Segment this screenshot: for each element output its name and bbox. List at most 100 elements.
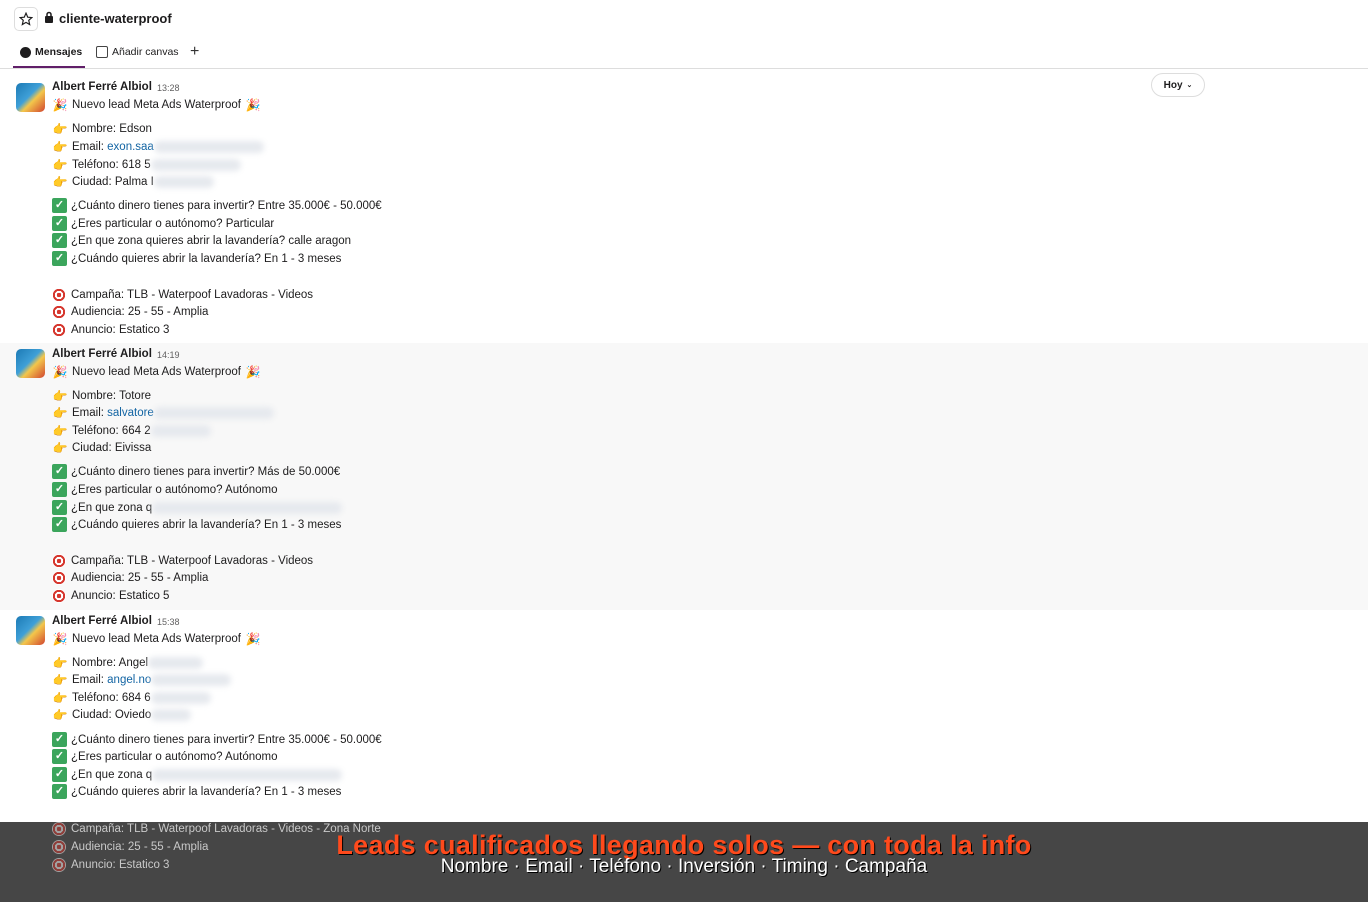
message-headline: 🎉 Nuevo lead Meta Ads Waterproof 🎉 [52, 631, 265, 647]
field-ciudad: 👉 Ciudad: Palma I [52, 174, 214, 190]
question-2: ✓ ¿Eres particular o autónomo? Autónomo [52, 482, 277, 497]
audience-text: Audiencia: 25 - 55 - Amplia [71, 306, 209, 318]
direct-hit-icon [52, 554, 66, 568]
question-3: ✓ ¿En que zona quieres abrir la lavanderí… [52, 233, 351, 248]
field-text: Email: [72, 141, 104, 153]
field-ciudad: 👉 Ciudad: Eivissa [52, 440, 152, 456]
chevron-down-icon: ⌄ [1186, 82, 1193, 89]
party-popper-icon: 🎉 [245, 98, 261, 112]
date-label: Hoy [1163, 79, 1183, 91]
field-text: Nombre: Totore [72, 390, 152, 402]
redaction-blur [152, 501, 343, 514]
message-author[interactable]: Albert Ferré Albiol [52, 348, 152, 360]
field-text: Ciudad: Oviedo [72, 709, 152, 721]
message[interactable]: Albert Ferré Albiol 15:38 🎉 Nuevo lead M… [0, 610, 1368, 822]
audience-line: Audiencia: 25 - 55 - Amplia [52, 305, 208, 319]
message-time[interactable]: 13:28 [157, 83, 180, 93]
ad-text: Anuncio: Estatico 3 [71, 324, 170, 336]
field-text: Nombre: Edson [72, 123, 152, 135]
check-mark-icon: ✓ [52, 517, 67, 532]
email-link[interactable]: exon.saa [107, 141, 154, 153]
message-author[interactable]: Albert Ferré Albiol [52, 615, 152, 627]
tab-messages[interactable]: Mensajes [20, 46, 82, 58]
check-mark-icon: ✓ [52, 749, 67, 764]
redaction-blur [150, 692, 211, 704]
avatar[interactable] [16, 83, 45, 112]
check-mark-icon: ✓ [52, 464, 67, 479]
message-time[interactable]: 15:38 [157, 617, 180, 627]
message[interactable]: Albert Ferré Albiol 13:28 🎉 Nuevo lead M… [0, 75, 1368, 343]
date-divider-button[interactable]: Hoy ⌄ [1151, 73, 1205, 97]
field-text: Ciudad: Eivissa [72, 442, 152, 454]
party-popper-icon: 🎉 [52, 632, 68, 646]
question-1: ✓ ¿Cuánto dinero tienes para invertir? Má… [52, 464, 340, 479]
avatar[interactable] [16, 616, 45, 645]
direct-hit-icon [52, 589, 66, 603]
pointing-hand-icon: 👉 [52, 175, 68, 189]
add-tab-button[interactable]: + [190, 43, 199, 61]
check-mark-icon: ✓ [52, 500, 67, 515]
question-text: ¿En que zona q [71, 768, 153, 781]
ad-line: Anuncio: Estatico 3 [52, 323, 169, 337]
headline-text: Nuevo lead Meta Ads Waterproof [72, 99, 241, 111]
active-tab-indicator [13, 66, 85, 68]
question-text: ¿Cuánto dinero tienes para invertir? Más… [71, 465, 341, 478]
email-link[interactable]: salvatore [107, 407, 154, 419]
field-email: 👉 Email: salvatore [52, 405, 274, 421]
audience-line: Audiencia: 25 - 55 - Amplia [52, 571, 208, 585]
check-mark-icon: ✓ [52, 767, 67, 782]
question-text: ¿Cuándo quieres abrir la lavandería? En … [71, 785, 342, 798]
redaction-blur [153, 407, 274, 419]
headline-text: Nuevo lead Meta Ads Waterproof [72, 633, 241, 645]
party-popper-icon: 🎉 [245, 632, 261, 646]
redaction-blur [152, 768, 343, 781]
question-3: ✓ ¿En que zona q [52, 500, 343, 515]
pointing-hand-icon: 👉 [52, 140, 68, 154]
tab-add-canvas[interactable]: Añadir canvas [96, 46, 179, 58]
message[interactable]: Albert Ferré Albiol 14:19 🎉 Nuevo lead M… [0, 343, 1368, 610]
ad-line: Anuncio: Estatico 5 [52, 589, 169, 603]
email-link[interactable]: angel.no [107, 674, 151, 686]
question-1: ✓ ¿Cuánto dinero tienes para invertir? En… [52, 198, 382, 213]
message-time[interactable]: 14:19 [157, 350, 180, 360]
channel-title[interactable]: cliente-waterproof [59, 11, 172, 26]
party-popper-icon: 🎉 [52, 98, 68, 112]
canvas-icon [96, 46, 108, 58]
redaction-blur [153, 176, 214, 188]
promo-banner: Campaña: TLB - Waterpoof Lavadoras - Vid… [0, 822, 1368, 902]
field-telefono: 👉 Teléfono: 618 5 [52, 157, 241, 173]
direct-hit-icon [52, 571, 66, 585]
star-icon[interactable] [14, 7, 38, 31]
field-telefono: 👉 Teléfono: 664 2 [52, 423, 211, 439]
message-headline: 🎉 Nuevo lead Meta Ads Waterproof 🎉 [52, 97, 265, 113]
redaction-blur [153, 141, 264, 153]
avatar[interactable] [16, 349, 45, 378]
campaign-text: Campaña: TLB - Waterpoof Lavadoras - Vid… [71, 555, 314, 567]
pointing-hand-icon: 👉 [52, 424, 68, 438]
redaction-blur [150, 159, 241, 171]
channel-tabs: Mensajes Añadir canvas + [0, 38, 1368, 69]
redaction-blur [151, 674, 232, 686]
campaign-line: Campaña: TLB - Waterpoof Lavadoras - Vid… [52, 288, 313, 302]
check-mark-icon: ✓ [52, 482, 67, 497]
check-mark-icon: ✓ [52, 233, 67, 248]
message-author[interactable]: Albert Ferré Albiol [52, 81, 152, 93]
channel-header: cliente-waterproof [0, 0, 1368, 38]
audience-text: Audiencia: 25 - 55 - Amplia [71, 572, 209, 584]
question-2: ✓ ¿Eres particular o autónomo? Autónomo [52, 749, 277, 764]
field-email: 👉 Email: exon.saa [52, 139, 264, 155]
headline-text: Nuevo lead Meta Ads Waterproof [72, 366, 241, 378]
field-text: Teléfono: 618 5 [72, 159, 151, 171]
pointing-hand-icon: 👉 [52, 708, 68, 722]
question-text: ¿Eres particular o autónomo? Autónomo [71, 483, 278, 496]
direct-hit-icon [52, 288, 66, 302]
check-mark-icon: ✓ [52, 251, 67, 266]
question-text: ¿Eres particular o autónomo? Autónomo [71, 750, 278, 763]
question-text: ¿Cuánto dinero tienes para invertir? Ent… [71, 733, 382, 746]
field-text: Ciudad: Palma I [72, 176, 154, 188]
field-nombre: 👉 Nombre: Totore [52, 388, 152, 404]
field-email: 👉 Email: angel.no [52, 672, 232, 688]
check-mark-icon: ✓ [52, 784, 67, 799]
banner-subtitle: Nombre · Email · Teléfono · Inversión · … [440, 856, 928, 877]
campaign-line: Campaña: TLB - Waterpoof Lavadoras - Vid… [52, 554, 313, 568]
